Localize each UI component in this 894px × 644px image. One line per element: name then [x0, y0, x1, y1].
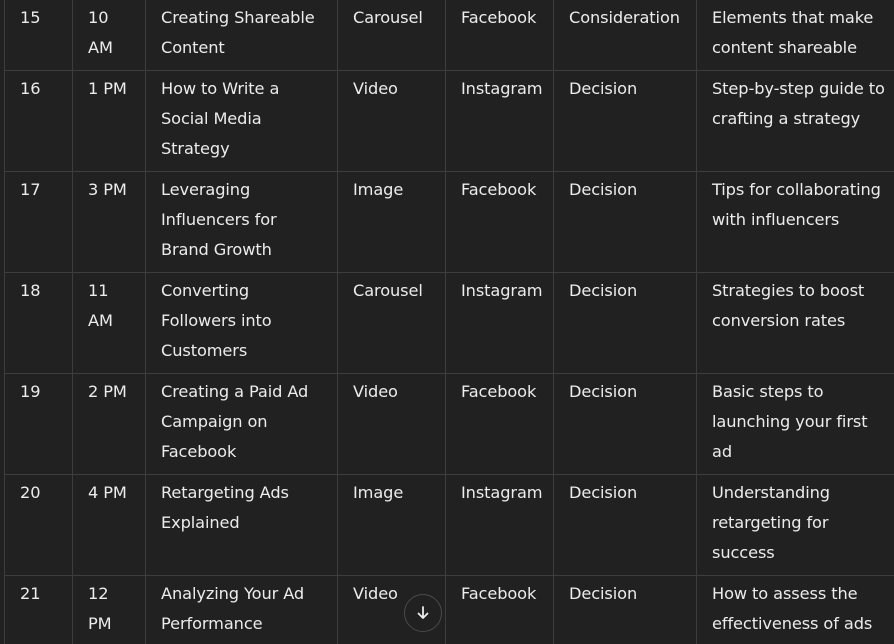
cell-platform: Facebook	[445, 575, 554, 644]
table-row: 20 4 PM Retargeting Ads Explained Image …	[4, 474, 894, 576]
cell-day: 17	[4, 171, 73, 273]
cell-stage: Decision	[553, 272, 697, 374]
arrow-down-icon	[415, 605, 431, 621]
cell-title: Creating Shareable Content	[145, 0, 338, 71]
content-calendar-table: 15 10 AM Creating Shareable Content Caro…	[4, 0, 894, 644]
table-row: 15 10 AM Creating Shareable Content Caro…	[4, 0, 894, 71]
table-row: 19 2 PM Creating a Paid Ad Campaign on F…	[4, 373, 894, 475]
cell-time: 12 PM	[72, 575, 146, 644]
cell-stage: Consideration	[553, 0, 697, 71]
table-row: 18 11 AM Converting Followers into Custo…	[4, 272, 894, 374]
cell-description: How to assess the effectiveness of ads	[696, 575, 894, 644]
cell-time: 3 PM	[72, 171, 146, 273]
cell-title: How to Write a Social Media Strategy	[145, 70, 338, 172]
cell-title: Leveraging Influencers for Brand Growth	[145, 171, 338, 273]
cell-stage: Decision	[553, 171, 697, 273]
cell-day: 18	[4, 272, 73, 374]
cell-platform: Instagram	[445, 474, 554, 576]
table-row: 17 3 PM Leveraging Influencers for Brand…	[4, 171, 894, 273]
cell-stage: Decision	[553, 70, 697, 172]
cell-platform: Instagram	[445, 70, 554, 172]
cell-day: 20	[4, 474, 73, 576]
cell-format: Video	[337, 373, 446, 475]
cell-time: 11 AM	[72, 272, 146, 374]
table-row: 16 1 PM How to Write a Social Media Stra…	[4, 70, 894, 172]
cell-format: Image	[337, 474, 446, 576]
cell-title: Creating a Paid Ad Campaign on Facebook	[145, 373, 338, 475]
cell-description: Strategies to boost conversion rates	[696, 272, 894, 374]
cell-stage: Decision	[553, 373, 697, 475]
cell-day: 21	[4, 575, 73, 644]
scroll-to-bottom-button[interactable]	[404, 594, 442, 632]
cell-time: 10 AM	[72, 0, 146, 71]
cell-description: Understanding retargeting for success	[696, 474, 894, 576]
cell-description: Tips for collaborating with influencers	[696, 171, 894, 273]
cell-time: 2 PM	[72, 373, 146, 475]
cell-platform: Facebook	[445, 373, 554, 475]
cell-title: Analyzing Your Ad Performance	[145, 575, 338, 644]
cell-platform: Instagram	[445, 272, 554, 374]
cell-title: Retargeting Ads Explained	[145, 474, 338, 576]
cell-time: 4 PM	[72, 474, 146, 576]
cell-time: 1 PM	[72, 70, 146, 172]
cell-day: 19	[4, 373, 73, 475]
cell-stage: Decision	[553, 575, 697, 644]
cell-format: Video	[337, 70, 446, 172]
cell-day: 15	[4, 0, 73, 71]
table-row: 21 12 PM Analyzing Your Ad Performance V…	[4, 575, 894, 644]
cell-format: Image	[337, 171, 446, 273]
cell-day: 16	[4, 70, 73, 172]
cell-platform: Facebook	[445, 0, 554, 71]
cell-stage: Decision	[553, 474, 697, 576]
cell-title: Converting Followers into Customers	[145, 272, 338, 374]
cell-description: Basic steps to launching your first ad	[696, 373, 894, 475]
cell-format: Carousel	[337, 272, 446, 374]
cell-platform: Facebook	[445, 171, 554, 273]
cell-format: Carousel	[337, 0, 446, 71]
cell-description: Elements that make content shareable	[696, 0, 894, 71]
cell-description: Step-by-step guide to crafting a strateg…	[696, 70, 894, 172]
